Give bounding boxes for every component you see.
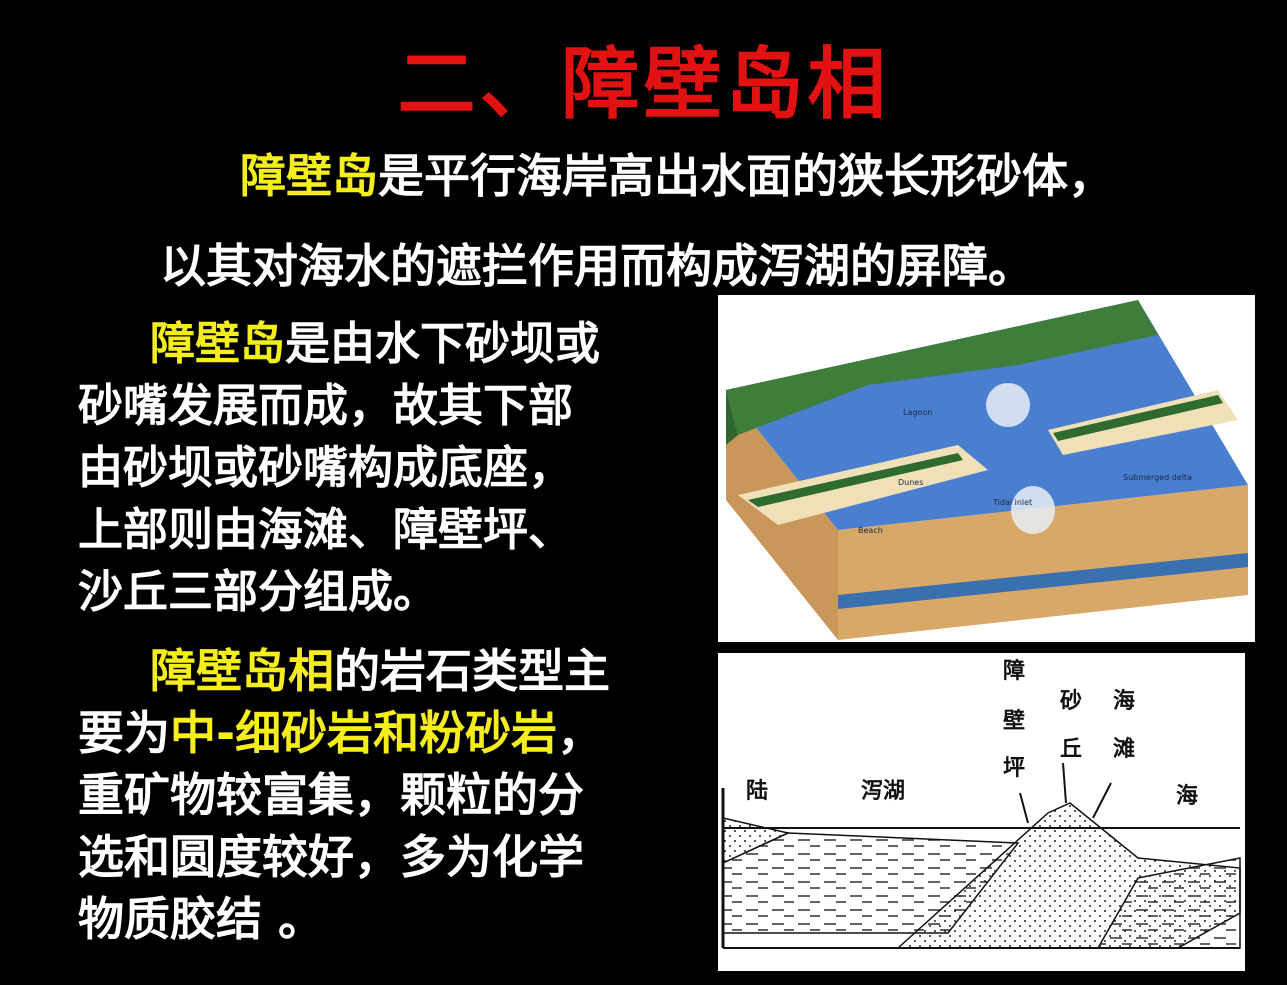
page-title: 二、障壁岛相 <box>397 40 890 130</box>
paragraph-barrier-formation: 障壁岛是由水下砂坝或 砂嘴发展而成，故其下部 由砂坝或砂嘴构成底座， 上部则由海… <box>78 313 698 623</box>
label-lagoon-cn: 泻湖 <box>861 778 905 804</box>
paragraph1-highlight: 障壁岛 <box>150 317 286 370</box>
barrier-cross-section: 陆 泻湖 障 壁 坪 砂 丘 海 滩 海 <box>718 653 1245 971</box>
inlet-cloud-bottom <box>1011 486 1055 534</box>
label-land: 陆 <box>746 778 768 804</box>
block-diagram-svg: Lagoon Dunes Beach Tidal inlet Submerged… <box>726 300 1248 640</box>
paragraph1-line5: 沙丘三部分组成。 <box>78 565 439 618</box>
label-beach-1: 海 <box>1113 688 1135 714</box>
paragraph1-line2: 砂嘴发展而成，故其下部 <box>78 379 574 432</box>
label-flat-3: 坪 <box>1003 755 1025 781</box>
label-dune-2: 丘 <box>1060 736 1082 762</box>
label-submerged-delta: Submerged delta <box>1123 473 1192 482</box>
label-beach: Beach <box>858 526 883 535</box>
label-tidal-inlet: Tidal inlet <box>992 498 1032 507</box>
paragraph2-line2-post: ， <box>557 706 604 760</box>
paragraph2-line4: 选和圆度较好，多为化学 <box>78 830 584 884</box>
paragraph2-line3: 重矿物较富集，颗粒的分 <box>78 768 584 822</box>
paragraph2-line1: 的岩石类型主 <box>334 644 610 698</box>
intro-line-2: 以其对海水的遮拦作用而构成泻湖的屏障。 <box>160 239 1034 293</box>
intro-line-1-text: 是平行海岸高出水面的狭长形砂体， <box>378 149 1114 203</box>
paragraph1-line4: 上部则由海滩、障壁坪、 <box>78 503 574 556</box>
paragraph2-line5: 物质胶结 。 <box>78 892 325 946</box>
label-flat-1: 障 <box>1003 658 1025 684</box>
label-sea: 海 <box>1176 783 1198 809</box>
barrier-island-block-diagram: Lagoon Dunes Beach Tidal inlet Submerged… <box>718 295 1255 642</box>
label-dunes: Dunes <box>898 478 923 487</box>
paragraph2-line2-pre: 要为 <box>78 706 170 760</box>
intro-highlight: 障壁岛 <box>240 149 378 203</box>
cross-section-svg: 陆 泻湖 障 壁 坪 砂 丘 海 滩 海 <box>718 653 1245 971</box>
inlet-cloud-top <box>986 383 1030 427</box>
label-lagoon: Lagoon <box>903 408 932 417</box>
paragraph1-line3: 由砂坝或砂嘴构成底座， <box>78 441 574 494</box>
paragraph1-line1: 是由水下砂坝或 <box>285 317 601 370</box>
paragraph-rock-types: 障壁岛相的岩石类型主 要为中-细砂岩和粉砂岩， 重矿物较富集，颗粒的分 选和圆度… <box>78 640 708 950</box>
label-beach-2: 滩 <box>1113 736 1135 762</box>
paragraph2-highlight-1: 障壁岛相 <box>150 644 334 698</box>
label-flat-2: 壁 <box>1003 708 1025 734</box>
paragraph2-highlight-2: 中-细砂岩和粉砂岩 <box>170 706 558 760</box>
label-dune-1: 砂 <box>1060 688 1082 714</box>
intro-line-1: 障壁岛是平行海岸高出水面的狭长形砂体， <box>240 140 1114 206</box>
